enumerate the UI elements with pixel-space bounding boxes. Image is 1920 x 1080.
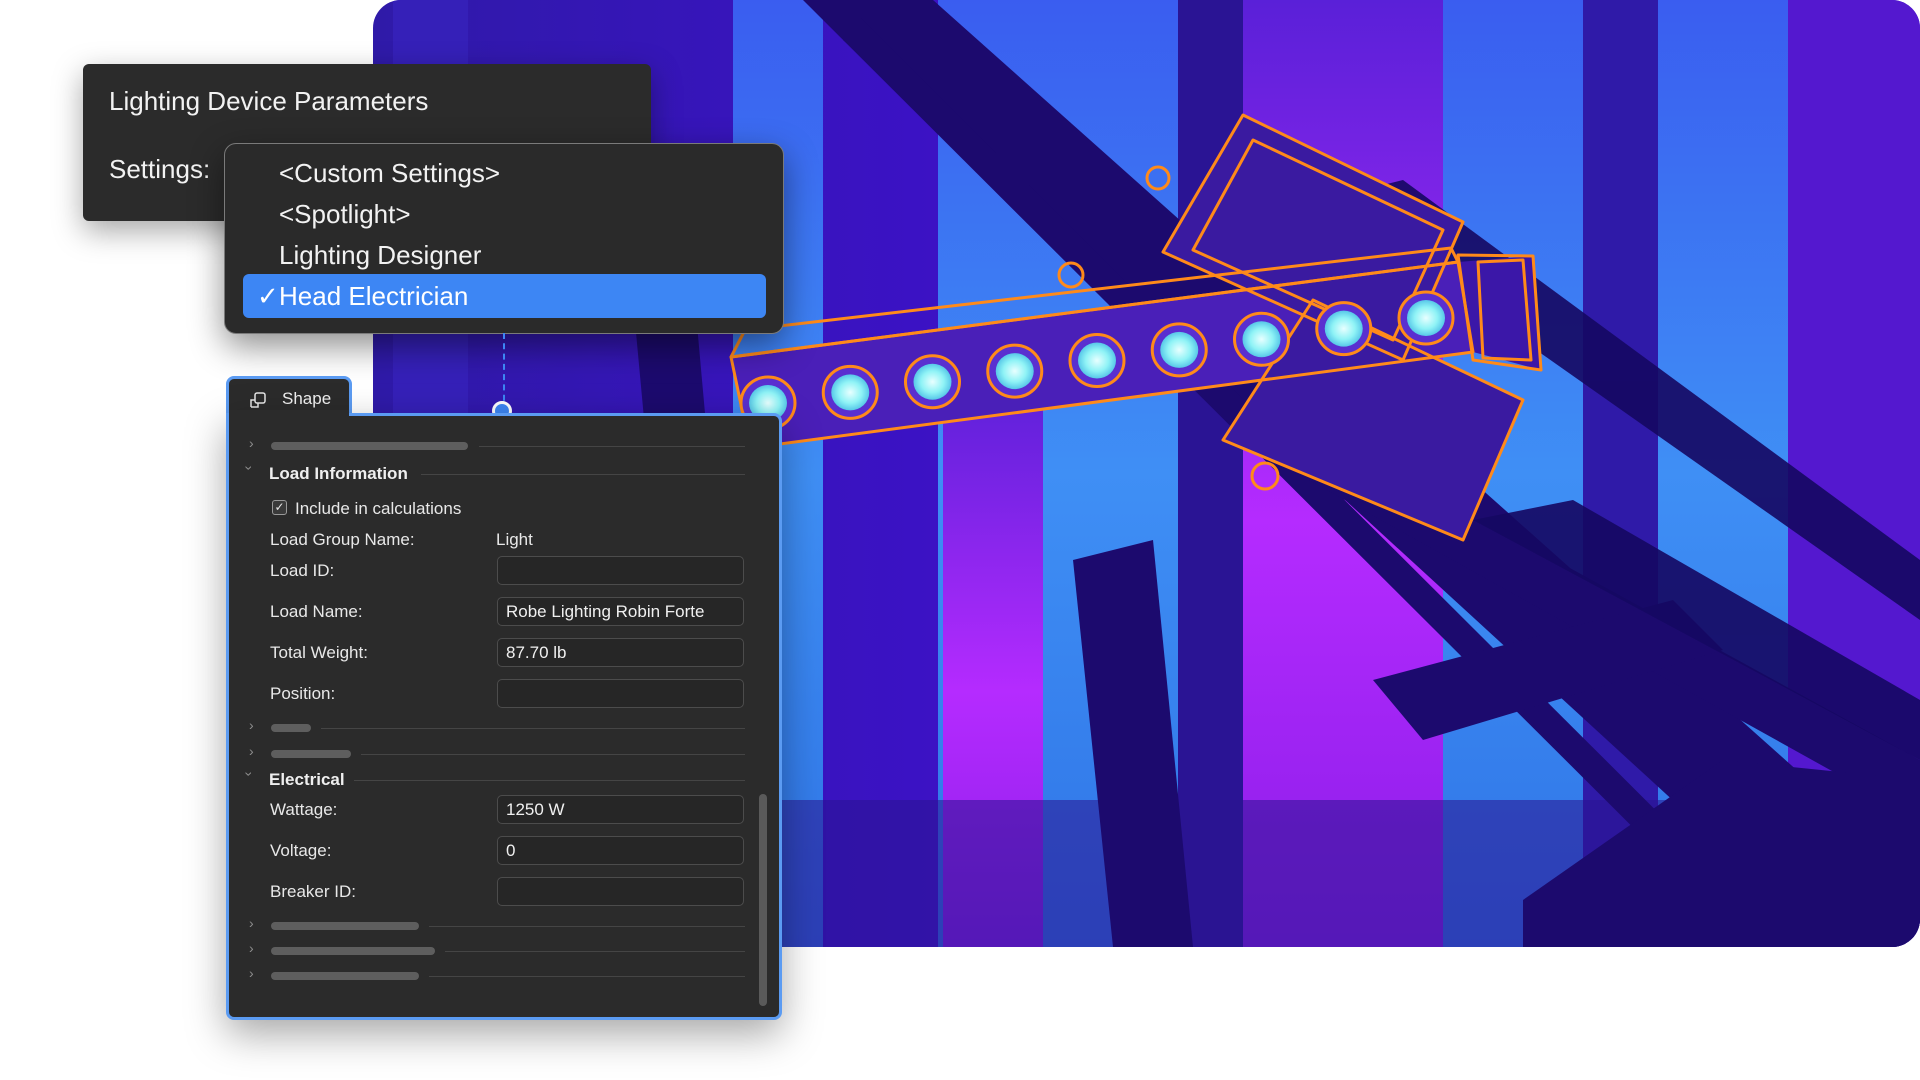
led-lens xyxy=(1242,321,1281,358)
wattage-field[interactable]: 1250 W xyxy=(497,795,744,824)
divider xyxy=(354,780,745,781)
breaker-id-label: Breaker ID: xyxy=(270,882,356,901)
led-lens xyxy=(995,353,1034,390)
load-group-name-label: Load Group Name: xyxy=(270,530,415,549)
divider xyxy=(361,754,745,755)
led-lens xyxy=(1324,310,1363,347)
chevron-down-icon[interactable]: › xyxy=(241,466,257,471)
chevron-right-icon[interactable]: › xyxy=(249,435,254,451)
settings-dropdown-menu[interactable]: <Custom Settings> <Spotlight> Lighting D… xyxy=(224,143,784,334)
tab-joint xyxy=(229,410,349,416)
scrollbar[interactable] xyxy=(759,794,767,1006)
breaker-id-field[interactable] xyxy=(497,877,744,906)
load-name-field[interactable]: Robe Lighting Robin Forte xyxy=(497,597,744,626)
collapsed-section-placeholder xyxy=(271,724,311,732)
chevron-down-icon[interactable]: › xyxy=(241,772,257,777)
led-lens xyxy=(913,363,952,400)
option-label: Lighting Designer xyxy=(279,240,482,270)
position-field[interactable] xyxy=(497,679,744,708)
load-name-label: Load Name: xyxy=(270,602,363,621)
chevron-right-icon[interactable]: › xyxy=(249,717,254,733)
led-lens xyxy=(831,374,870,411)
chevron-right-icon[interactable]: › xyxy=(249,965,254,981)
load-id-field[interactable] xyxy=(497,556,744,585)
collapsed-section-placeholder xyxy=(271,947,435,955)
settings-label: Settings: xyxy=(109,154,211,184)
option-label: <Spotlight> xyxy=(279,199,411,229)
include-calculations-label: Include in calculations xyxy=(295,499,462,518)
option-label: Head Electrician xyxy=(279,281,469,311)
led-lens xyxy=(1078,342,1116,379)
checkmark-icon: ✓ xyxy=(257,281,279,311)
position-label: Position: xyxy=(270,684,336,703)
include-calculations-checkbox[interactable]: ✓ xyxy=(272,500,287,515)
divider xyxy=(321,728,745,729)
voltage-label: Voltage: xyxy=(270,841,332,860)
dropdown-option-lighting-designer[interactable]: Lighting Designer xyxy=(243,233,766,277)
divider xyxy=(429,926,745,927)
divider xyxy=(429,976,745,977)
chevron-right-icon[interactable]: › xyxy=(249,743,254,759)
total-weight-label: Total Weight: xyxy=(270,643,368,662)
tab-label: Shape xyxy=(282,389,332,408)
led-lens xyxy=(1160,331,1199,368)
voltage-field[interactable]: 0 xyxy=(497,836,744,865)
option-label: <Custom Settings> xyxy=(279,158,501,188)
load-group-name-value: Light xyxy=(496,530,533,549)
collapsed-section-placeholder xyxy=(271,972,419,980)
dropdown-option-custom-settings[interactable]: <Custom Settings> xyxy=(243,151,766,195)
dropdown-option-head-electrician[interactable]: ✓Head Electrician xyxy=(243,274,766,318)
chevron-right-icon[interactable]: › xyxy=(249,915,254,931)
dropdown-option-spotlight[interactable]: <Spotlight> xyxy=(243,192,766,236)
collapsed-section-placeholder xyxy=(271,922,419,930)
led-lens xyxy=(1407,300,1445,336)
panel-title: Lighting Device Parameters xyxy=(109,86,429,116)
wattage-label: Wattage: xyxy=(270,800,338,819)
divider xyxy=(479,446,745,447)
shape-inspector-panel: › › Load Information ✓ Include in calcul… xyxy=(226,413,782,1020)
chevron-right-icon[interactable]: › xyxy=(249,940,254,956)
connector-line xyxy=(503,333,505,411)
divider xyxy=(421,474,745,475)
load-id-label: Load ID: xyxy=(270,561,335,580)
total-weight-field[interactable]: 87.70 lb xyxy=(497,638,744,667)
collapsed-section-placeholder xyxy=(271,442,468,450)
collapsed-section-placeholder xyxy=(271,750,351,758)
divider xyxy=(445,951,745,952)
section-title-load-information: Load Information xyxy=(269,464,408,483)
section-title-electrical: Electrical xyxy=(269,770,345,789)
